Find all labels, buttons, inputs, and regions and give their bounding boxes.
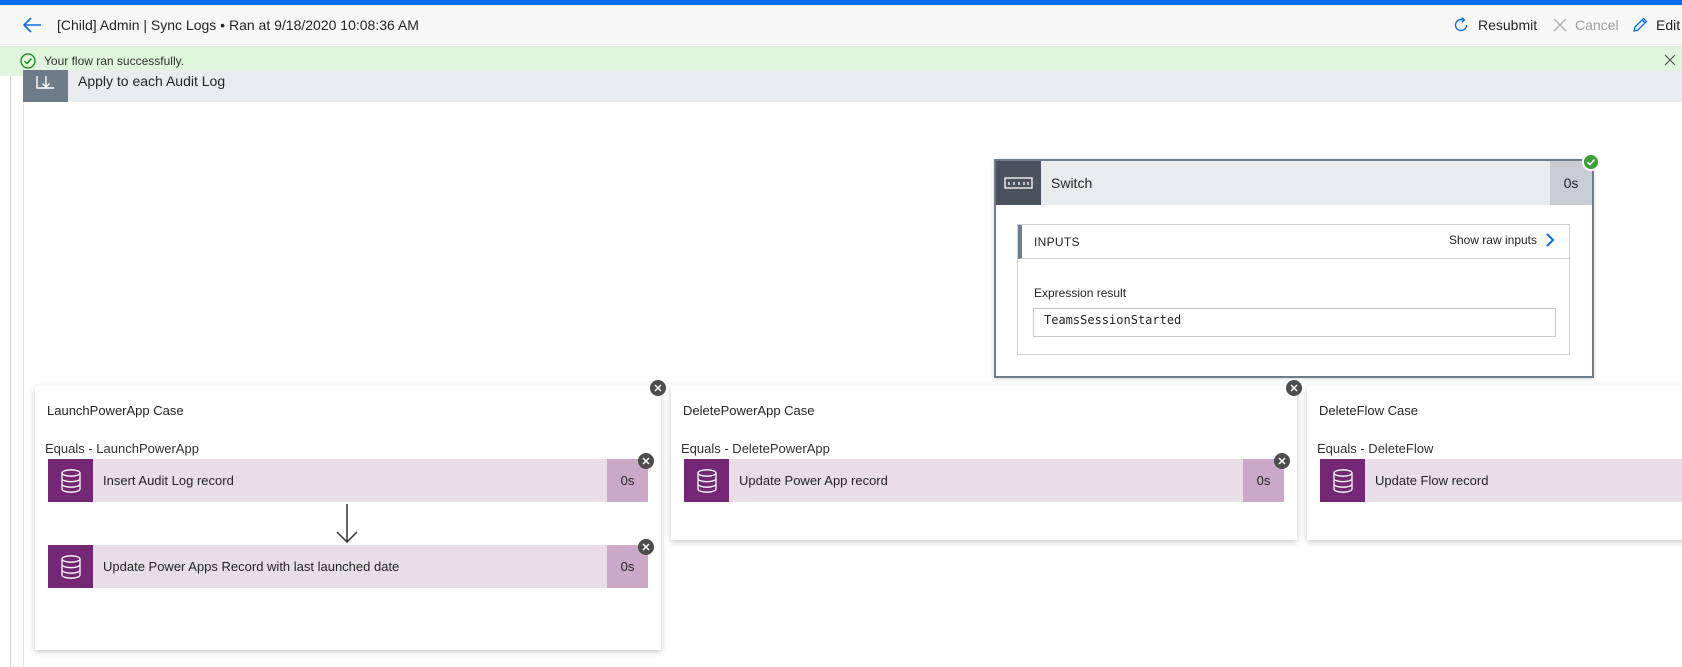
action-update-flow-record[interactable]: Update Flow record [1320,459,1682,502]
case-card-launchpowerapp: LaunchPowerApp Case Equals - LaunchPower… [35,386,661,650]
scope-border [23,102,24,667]
arrow-left-icon [22,17,41,33]
refresh-icon [1454,17,1468,32]
database-icon [48,459,93,502]
edit-label: Edit [1656,17,1681,33]
show-raw-inputs-link[interactable]: Show raw inputs [1449,232,1555,248]
inputs-header: INPUTS Show raw inputs [1018,225,1569,259]
resubmit-button[interactable]: Resubmit [1452,15,1537,35]
delete-case-button[interactable] [1286,380,1302,396]
close-icon [1278,457,1286,465]
close-icon[interactable] [1664,54,1676,66]
show-raw-inputs-label: Show raw inputs [1448,233,1537,247]
expression-result-value: TeamsSessionStarted [1033,308,1556,337]
switch-title: Switch [1051,175,1093,191]
pencil-icon [1633,17,1648,32]
apply-to-each-header[interactable]: Apply to each Audit Log [23,70,1682,102]
chevron-right-icon [1546,233,1555,247]
loop-icon [23,70,68,102]
close-icon [642,457,650,465]
case-condition: Equals - LaunchPowerApp [45,441,199,456]
success-message: Your flow ran successfully. [44,54,185,68]
success-check-icon [1582,153,1600,171]
case-condition: Equals - DeleteFlow [1317,441,1434,456]
inputs-panel: INPUTS Show raw inputs Expression result… [1017,224,1570,355]
run-title: [Child] Admin | Sync Logs • Ran at 9/18/… [57,17,419,33]
case-title: DeleteFlow Case [1319,403,1418,418]
switch-icon [996,161,1041,205]
canvas-divider [10,76,11,667]
close-icon [642,543,650,551]
delete-action-button[interactable] [638,453,654,469]
cancel-button[interactable]: Cancel [1553,15,1619,35]
case-condition: Equals - DeletePowerApp [681,441,830,456]
arrow-down-icon [336,504,358,544]
close-icon [654,384,662,392]
back-button[interactable] [20,15,44,35]
delete-action-button[interactable] [1274,453,1290,469]
edit-button[interactable]: Edit [1632,15,1680,35]
run-timestamp: Ran at 9/18/2020 10:08:36 AM [228,17,419,33]
expression-result-label: Expression result [1034,286,1127,300]
switch-card: Switch 0s INPUTS Show raw inputs Express… [994,153,1600,378]
switch-header[interactable]: Switch 0s [996,161,1592,205]
case-card-deleteflow: DeleteFlow Case Equals - DeleteFlow Upda… [1307,386,1682,540]
cancel-label: Cancel [1575,17,1619,33]
inputs-label: INPUTS [1034,235,1080,249]
delete-action-button[interactable] [638,539,654,555]
action-update-power-app-record[interactable]: Update Power App record 0s [684,459,1284,502]
command-bar: [Child] Admin | Sync Logs • Ran at 9/18/… [0,5,1682,45]
database-icon [48,545,93,588]
database-icon [1320,459,1365,502]
case-title: DeletePowerApp Case [683,403,815,418]
case-card-deletepowerapp: DeletePowerApp Case Equals - DeletePower… [671,386,1297,540]
database-icon [684,459,729,502]
flow-name: [Child] Admin | Sync Logs [57,17,217,33]
action-label: Update Power Apps Record with last launc… [103,559,400,574]
close-icon [1553,18,1567,32]
resubmit-label: Resubmit [1478,17,1538,33]
close-icon [1290,384,1298,392]
action-insert-audit-log[interactable]: Insert Audit Log record 0s [48,459,648,502]
check-circle-icon [20,53,36,69]
title-separator: • [220,17,226,33]
action-label: Insert Audit Log record [103,473,234,488]
delete-case-button[interactable] [650,380,666,396]
apply-to-each-title: Apply to each Audit Log [78,73,226,89]
action-update-power-apps-record[interactable]: Update Power Apps Record with last launc… [48,545,648,588]
action-label: Update Power App record [739,473,888,488]
case-title: LaunchPowerApp Case [47,403,184,418]
action-label: Update Flow record [1375,473,1489,488]
